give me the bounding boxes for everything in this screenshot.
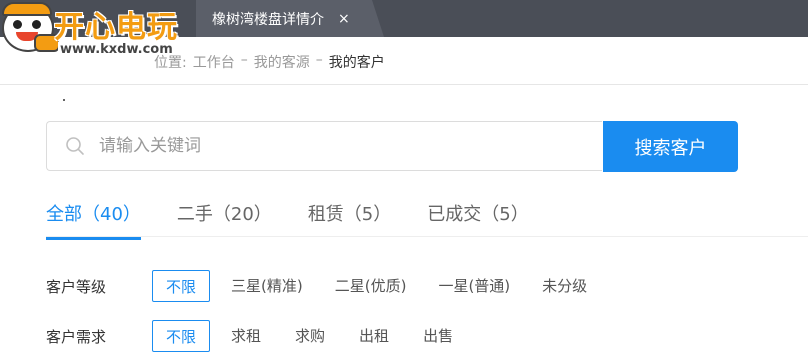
tab-rental[interactable]: 租赁（5）: [308, 200, 391, 240]
filter-option-level-unrated[interactable]: 未分级: [542, 270, 587, 302]
filter-option-level-three-star[interactable]: 三星(精准): [231, 270, 303, 302]
filter-option-demand-any[interactable]: 不限: [152, 320, 211, 352]
filter-option-demand-rent-wanted[interactable]: 求租: [231, 320, 261, 352]
filter-option-demand-buy-wanted[interactable]: 求购: [295, 320, 325, 352]
filter-customer-level: 客户等级 不限 三星(精准) 二星(优质) 一星(普通) 未分级: [46, 270, 587, 302]
search-box[interactable]: [46, 121, 602, 171]
filter-option-level-one-star[interactable]: 一星(普通): [438, 270, 510, 302]
search-icon: [66, 137, 84, 155]
filter-label-demand: 客户需求: [46, 327, 107, 346]
filter-option-demand-for-rent[interactable]: 出租: [359, 320, 389, 352]
breadcrumb-item-workbench[interactable]: 工作台: [193, 52, 235, 72]
search-customer-button[interactable]: 搜索客户: [603, 121, 738, 172]
logo-brand-text: 开心电玩: [54, 10, 178, 45]
breadcrumb-item-my-sources[interactable]: 我的客源: [254, 52, 310, 72]
filter-customer-demand: 客户需求 不限 求租 求购 出租 出售: [46, 320, 453, 352]
tab-closed[interactable]: 已成交（5）: [427, 200, 528, 240]
category-tabs: 全部（40） 二手（20） 租赁（5） 已成交（5）: [46, 200, 529, 240]
tab-title: 橡树湾楼盘详情介: [212, 11, 324, 28]
tab-property-detail[interactable]: 橡树湾楼盘详情介 ×: [196, 0, 384, 37]
filter-option-level-any[interactable]: 不限: [152, 270, 211, 302]
tab-second-hand[interactable]: 二手（20）: [177, 200, 272, 240]
tabs-divider: [46, 236, 808, 237]
breadcrumb-separator: –: [240, 52, 248, 68]
search-input[interactable]: [97, 125, 602, 167]
breadcrumb-separator: –: [315, 52, 323, 68]
header-divider: [0, 84, 808, 85]
breadcrumb-prefix: 位置:: [154, 55, 187, 71]
dot-mark: [63, 99, 65, 101]
filter-option-demand-for-sale[interactable]: 出售: [423, 320, 453, 352]
breadcrumb: 位置: 工作台 – 我的客源 – 我的客户: [154, 52, 385, 72]
filter-label-level: 客户等级: [46, 277, 107, 296]
tab-all[interactable]: 全部（40）: [46, 200, 141, 240]
filter-option-level-two-star[interactable]: 二星(优质): [335, 270, 407, 302]
breadcrumb-current: 我的客户: [328, 55, 385, 71]
close-icon[interactable]: ×: [338, 11, 350, 27]
